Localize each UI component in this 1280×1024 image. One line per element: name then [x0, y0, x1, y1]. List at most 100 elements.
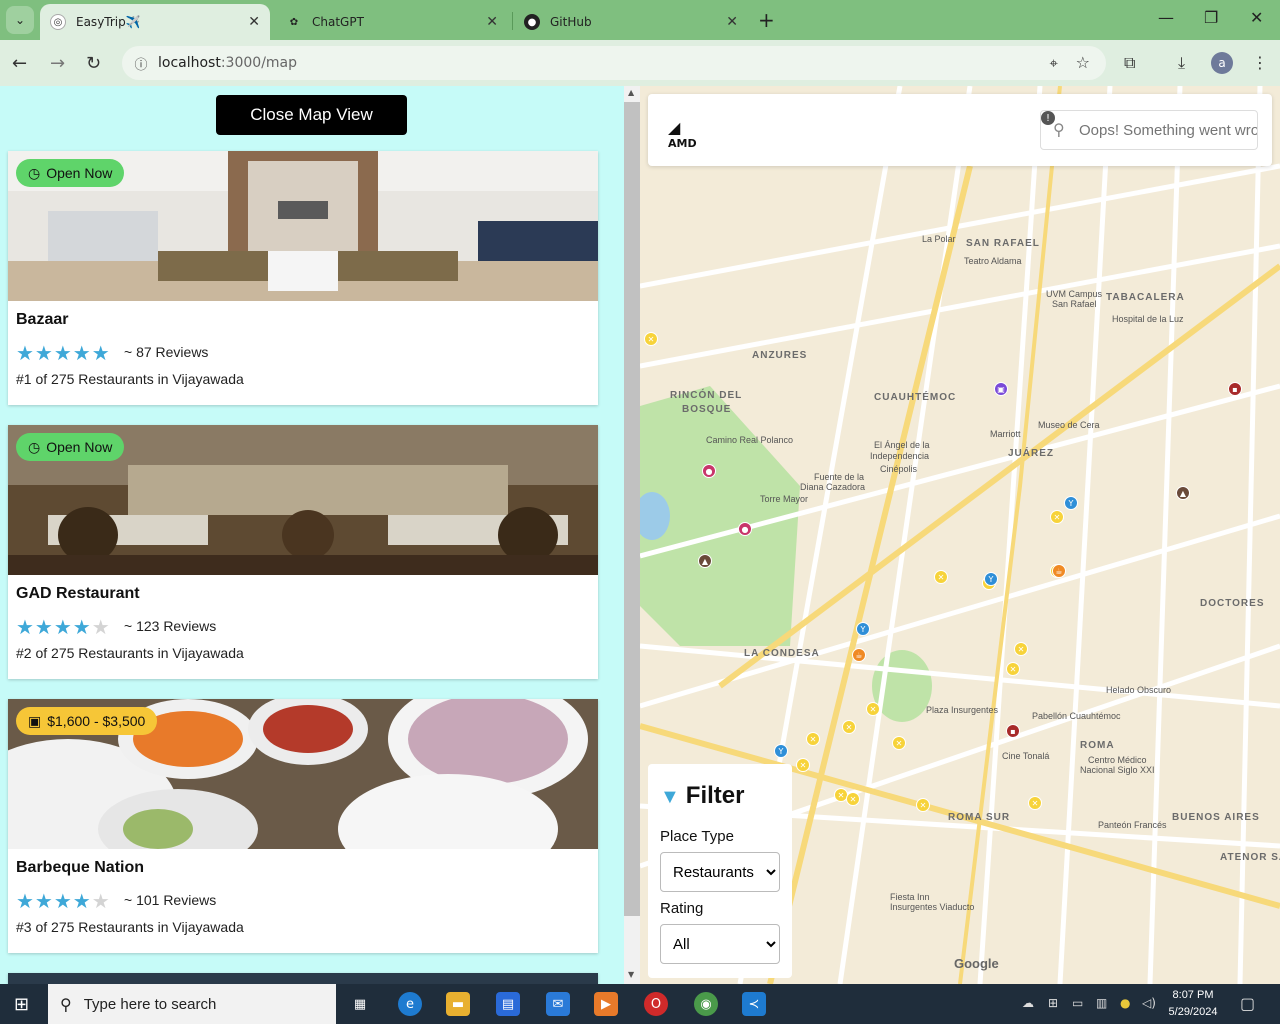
zoo-marker-icon[interactable]: ▲	[698, 554, 712, 568]
filter-panel: ▼ Filter Place Type Restaurants Rating Al…	[648, 764, 792, 978]
food-marker-icon[interactable]: ▪	[1228, 382, 1242, 396]
tab-chatgpt[interactable]: ✿ ChatGPT ✕	[276, 4, 508, 40]
place-name[interactable]: Barbeque Nation	[16, 859, 144, 877]
place-type-select[interactable]: Restaurants	[660, 852, 780, 892]
search-icon: ⚲	[60, 994, 72, 1014]
taskbar-clock[interactable]: 8:07 PM 5/29/2024	[1160, 987, 1226, 1021]
scroll-down-icon[interactable]: ▼	[628, 970, 634, 979]
map-label: DOCTORES	[1200, 598, 1265, 609]
cafe-marker-icon[interactable]: ☕	[1052, 564, 1066, 578]
bar-marker-icon[interactable]: Y	[774, 744, 788, 758]
menu-dots-icon[interactable]: ⋮	[1252, 53, 1268, 72]
forward-icon[interactable]: →	[50, 53, 65, 74]
map-label: Pabellón Cuauhtémoc	[1032, 711, 1121, 721]
attraction-marker-icon[interactable]: ●	[702, 464, 716, 478]
map-search-box[interactable]: ! ⚲	[1040, 110, 1258, 150]
reload-icon[interactable]: ↻	[86, 53, 101, 74]
url-text[interactable]: localhost:3000/map	[158, 55, 297, 71]
site-info-icon[interactable]: ⓘ	[130, 52, 152, 74]
map-label: Diana Cazadora	[800, 482, 866, 492]
close-map-view-button[interactable]: Close Map View	[216, 95, 407, 135]
edge-icon[interactable]: e	[398, 992, 422, 1016]
scrollbar-thumb[interactable]	[624, 102, 640, 916]
mail-icon[interactable]: ✉	[546, 992, 570, 1016]
review-count: ~ 87 Reviews	[124, 344, 209, 360]
tab-search-dropdown-icon[interactable]: ⌄	[6, 6, 34, 34]
task-view-icon[interactable]: ▦	[348, 992, 372, 1016]
restaurant-marker-icon[interactable]: ✕	[1028, 796, 1042, 810]
shopping-marker-icon[interactable]: ▣	[994, 382, 1008, 396]
place-card[interactable]	[8, 973, 598, 984]
taskbar-search[interactable]: ⚲ Type here to search	[48, 984, 336, 1024]
close-tab-icon[interactable]: ✕	[486, 14, 498, 30]
results-scrollbar[interactable]: ▲ ▼	[624, 86, 640, 984]
network-icon[interactable]: ▥	[1096, 996, 1107, 1010]
opera-icon[interactable]: O	[644, 992, 668, 1016]
vscode-icon[interactable]: ≺	[742, 992, 766, 1016]
place-name[interactable]: Bazaar	[16, 311, 68, 329]
store-icon[interactable]: ▤	[496, 992, 520, 1016]
chatgpt-favicon-icon: ✿	[289, 16, 299, 28]
back-icon[interactable]: ←	[12, 53, 27, 74]
map-search-input[interactable]	[1079, 111, 1257, 149]
cafe-marker-icon[interactable]: ☕	[852, 648, 866, 662]
restaurant-marker-icon[interactable]: ✕	[1050, 510, 1064, 524]
restaurant-marker-icon[interactable]: ✕	[644, 332, 658, 346]
amd-logo: ◢ AMD	[668, 118, 697, 150]
download-icon[interactable]: ⤓	[1178, 53, 1185, 73]
close-tab-icon[interactable]: ✕	[726, 14, 738, 30]
restore-icon[interactable]: ❐	[1204, 8, 1218, 27]
address-bar[interactable]: ⓘ localhost:3000/map ⌖ ☆	[122, 46, 1106, 80]
tab-easytrip[interactable]: ◎ EasyTrip✈️ ✕	[40, 4, 270, 40]
tray-windows-icon[interactable]: ⊞	[1048, 996, 1058, 1010]
bar-marker-icon[interactable]: Y	[984, 572, 998, 586]
map-label: Marriott	[990, 429, 1021, 439]
restaurant-marker-icon[interactable]: ✕	[934, 570, 948, 584]
restaurant-marker-icon[interactable]: ✕	[916, 798, 930, 812]
food-marker-icon[interactable]: ▪	[1006, 724, 1020, 738]
map-view[interactable]: SAN RAFAEL Teatro Aldama TABACALERA ANZU…	[640, 86, 1280, 984]
tray-app-icon[interactable]: ▭	[1072, 996, 1083, 1010]
restaurant-marker-icon[interactable]: ✕	[1006, 662, 1020, 676]
attraction-marker-icon[interactable]: ●	[738, 522, 752, 536]
media-player-icon[interactable]: ▶	[594, 992, 618, 1016]
restaurant-marker-icon[interactable]: ✕	[866, 702, 880, 716]
restaurant-marker-icon[interactable]: ✕	[796, 758, 810, 772]
museum-marker-icon[interactable]: ▲	[1176, 486, 1190, 500]
bookmark-star-icon[interactable]: ☆	[1076, 53, 1090, 72]
onedrive-icon[interactable]: ☁	[1022, 996, 1034, 1010]
file-explorer-icon[interactable]: ▬	[446, 992, 470, 1016]
place-name[interactable]: GAD Restaurant	[16, 585, 140, 603]
restaurant-marker-icon[interactable]: ✕	[1014, 642, 1028, 656]
profile-avatar[interactable]: a	[1211, 52, 1233, 74]
windows-start-icon[interactable]: ⊞	[14, 994, 29, 1015]
restaurant-marker-icon[interactable]: ✕	[846, 792, 860, 806]
scroll-up-icon[interactable]: ▲	[628, 88, 634, 97]
place-card[interactable]: ▣ $1,600 - $3,500 Barbeque Nation ★★★★★ ~…	[8, 699, 598, 953]
money-icon: ▣	[28, 712, 42, 729]
tab-title: GitHub	[550, 15, 592, 29]
map-label: Teatro Aldama	[964, 256, 1022, 266]
bar-marker-icon[interactable]: Y	[1064, 496, 1078, 510]
rating-select[interactable]: All	[660, 924, 780, 964]
location-pin-icon[interactable]: ⌖	[1050, 54, 1058, 72]
restaurant-marker-icon[interactable]: ✕	[806, 732, 820, 746]
bar-marker-icon[interactable]: Y	[856, 622, 870, 636]
restaurant-marker-icon[interactable]: ✕	[842, 720, 856, 734]
notifications-icon[interactable]: ▢	[1240, 994, 1255, 1013]
close-window-icon[interactable]: ✕	[1250, 8, 1263, 27]
minimize-icon[interactable]: —	[1158, 8, 1174, 27]
extensions-icon[interactable]: ⧉	[1124, 53, 1135, 73]
place-card[interactable]: ◷ Open Now GAD Restaurant ★★★★★ ~ 123 Rev…	[8, 425, 598, 679]
map-label: Insurgentes Viaducto	[890, 902, 975, 912]
tab-github[interactable]: ● GitHub ✕	[514, 4, 748, 40]
place-card[interactable]: ◷ Open Now Bazaar ★★★★★ ~ 87 Reviews #1 o…	[8, 151, 598, 405]
map-label: Plaza Insurgentes	[926, 705, 999, 715]
close-tab-icon[interactable]: ✕	[248, 14, 260, 30]
restaurant-marker-icon[interactable]: ✕	[892, 736, 906, 750]
tray-status-icon[interactable]: ●	[1120, 996, 1130, 1010]
map-label: BUENOS AIRES	[1172, 812, 1260, 823]
volume-icon[interactable]: ◁)	[1142, 996, 1156, 1010]
new-tab-icon[interactable]: +	[758, 8, 775, 32]
chrome-icon[interactable]: ◉	[694, 992, 718, 1016]
